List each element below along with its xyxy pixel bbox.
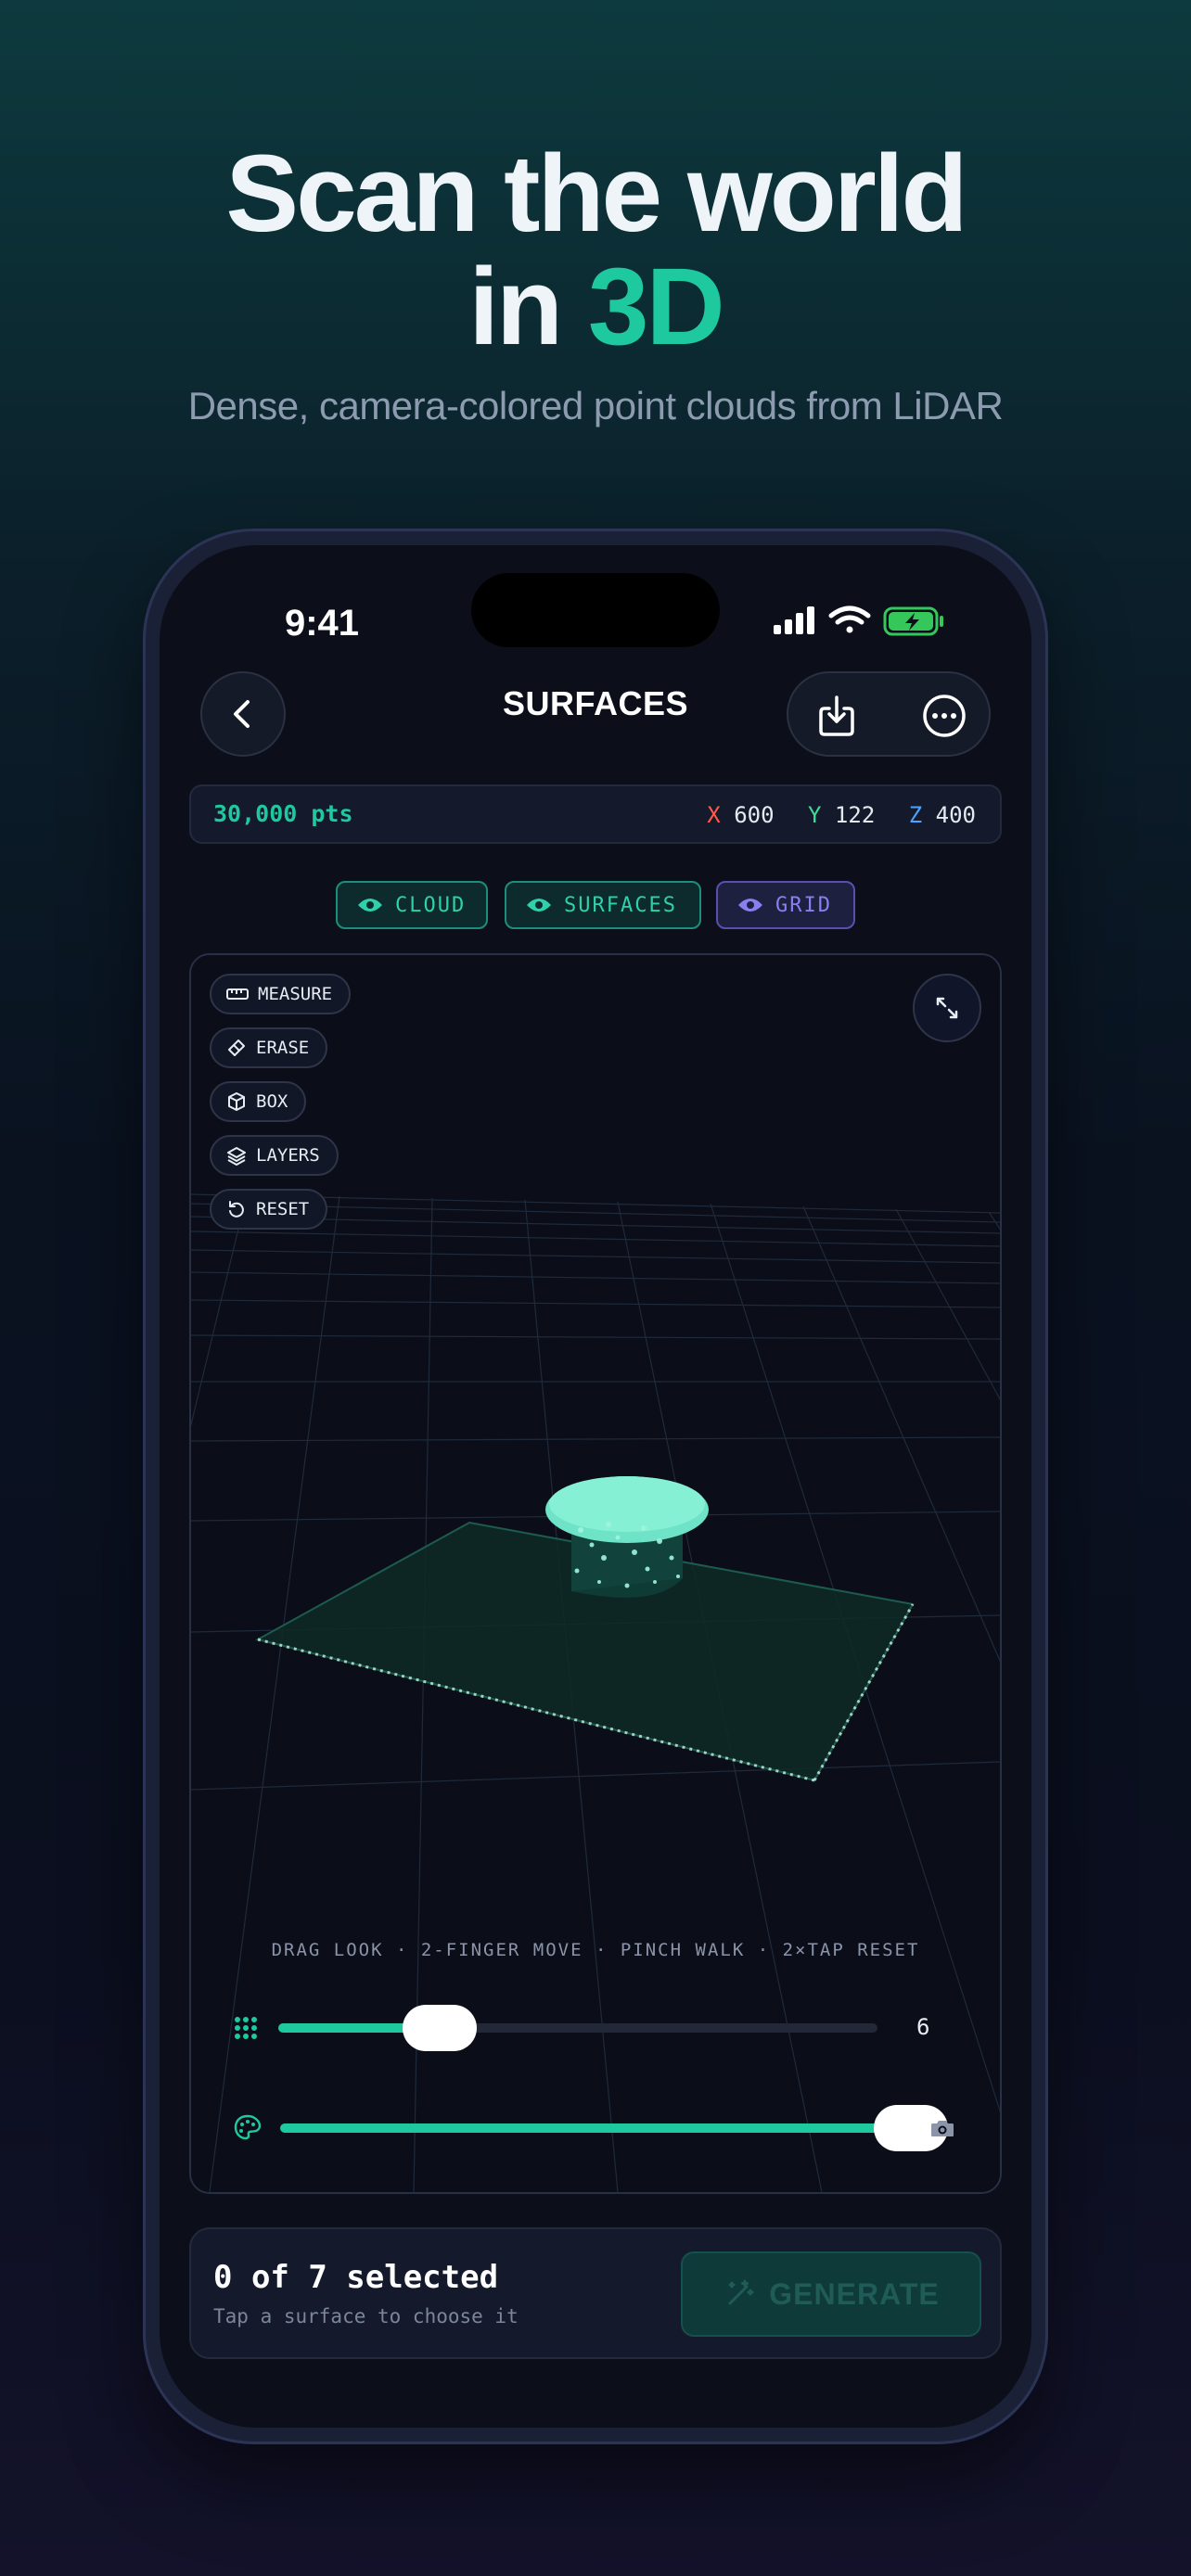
toggle-cloud-label: CLOUD bbox=[395, 893, 467, 917]
grid-dots-icon bbox=[235, 2017, 257, 2039]
eye-icon bbox=[527, 899, 551, 912]
measure-tool-label: MEASURE bbox=[258, 984, 333, 1004]
phone-frame: 9:41 SURFACES 30,000 pts X 600 Y 122 Z 4… bbox=[143, 529, 1048, 2444]
erase-tool-label: ERASE bbox=[256, 1038, 310, 1058]
nav-actions bbox=[787, 671, 991, 757]
gesture-hint: DRAG LOOK · 2-FINGER MOVE · PINCH WALK ·… bbox=[271, 1940, 920, 1960]
toggle-grid-label: GRID bbox=[775, 893, 832, 917]
toggle-grid[interactable]: GRID bbox=[716, 881, 855, 929]
x-value: 600 bbox=[734, 802, 775, 828]
box-tool[interactable]: BOX bbox=[210, 1081, 307, 1122]
status-time: 9:41 bbox=[284, 603, 360, 644]
measure-tool[interactable]: MEASURE bbox=[210, 974, 352, 1014]
color-blend-slider-fill bbox=[280, 2123, 911, 2133]
point-cloud-viewport[interactable]: MEASURE ERASE BOX LAYERS RESET DRAG LOOK… bbox=[189, 953, 1002, 2194]
point-size-value: 6 bbox=[916, 2014, 930, 2040]
eye-icon bbox=[738, 899, 762, 912]
point-count: 30,000 pts bbox=[213, 800, 353, 827]
signal-icon bbox=[774, 606, 814, 634]
dynamic-island bbox=[471, 573, 720, 647]
layer-toggles: CLOUD SURFACES GRID bbox=[160, 881, 1031, 931]
hero-title-line2: in 3D bbox=[0, 250, 1191, 363]
eye-icon bbox=[358, 899, 382, 912]
hero-title-prefix: in bbox=[468, 246, 588, 368]
generate-label: GENERATE bbox=[769, 2276, 940, 2311]
reset-tool[interactable]: RESET bbox=[210, 1189, 328, 1230]
cube-icon bbox=[228, 1092, 245, 1111]
camera-icon bbox=[931, 2121, 954, 2136]
hero-title-line1: Scan the world bbox=[225, 133, 967, 255]
point-size-slider[interactable] bbox=[278, 2023, 877, 2033]
coordinate-readout: X 600 Y 122 Z 400 bbox=[686, 802, 976, 828]
stats-bar: 30,000 pts X 600 Y 122 Z 400 bbox=[189, 784, 1002, 844]
toggle-surfaces[interactable]: SURFACES bbox=[505, 881, 701, 929]
toggle-cloud[interactable]: CLOUD bbox=[336, 881, 488, 929]
palette-icon bbox=[234, 2114, 262, 2140]
page-title: SURFACES bbox=[502, 684, 689, 722]
layers-tool[interactable]: LAYERS bbox=[210, 1135, 339, 1176]
y-value: 122 bbox=[834, 802, 876, 828]
status-icons bbox=[774, 603, 959, 640]
point-size-slider-thumb[interactable] bbox=[403, 2005, 478, 2051]
color-blend-slider[interactable] bbox=[280, 2123, 911, 2133]
selection-panel: 0 of 7 selected Tap a surface to choose … bbox=[189, 2227, 1002, 2359]
layers-icon bbox=[227, 1147, 246, 1166]
erase-tool[interactable]: ERASE bbox=[210, 1027, 328, 1068]
chevron-left-icon bbox=[234, 700, 250, 728]
generate-button[interactable]: GENERATE bbox=[681, 2251, 981, 2337]
wifi-icon bbox=[828, 606, 871, 633]
download-button[interactable] bbox=[809, 688, 864, 744]
sparkle-wand-icon bbox=[728, 2279, 754, 2305]
z-value: 400 bbox=[935, 802, 976, 828]
z-label: Z bbox=[908, 802, 923, 828]
hero-title-accent: 3D bbox=[587, 246, 725, 368]
more-icon bbox=[923, 695, 966, 737]
y-label: Y bbox=[808, 802, 822, 828]
hero-subtitle: Dense, camera-colored point clouds from … bbox=[187, 384, 1004, 427]
layers-tool-label: LAYERS bbox=[256, 1145, 320, 1166]
back-button[interactable] bbox=[200, 671, 286, 757]
selection-count: 0 of 7 selected bbox=[213, 2259, 499, 2296]
toggle-surfaces-label: SURFACES bbox=[564, 893, 677, 917]
x-label: X bbox=[707, 802, 721, 828]
ruler-icon bbox=[226, 988, 249, 1000]
reset-icon bbox=[229, 1201, 244, 1218]
app-screen: 9:41 SURFACES 30,000 pts X 600 Y 122 Z 4… bbox=[160, 545, 1031, 2428]
selection-hint: Tap a surface to choose it bbox=[213, 2305, 519, 2327]
more-button[interactable] bbox=[916, 688, 972, 744]
eraser-icon bbox=[228, 1039, 245, 1056]
reset-tool-label: RESET bbox=[256, 1199, 310, 1219]
box-tool-label: BOX bbox=[256, 1091, 288, 1112]
hero-title: Scan the world in 3D bbox=[0, 137, 1191, 363]
expand-icon bbox=[936, 997, 958, 1019]
download-icon bbox=[819, 695, 854, 736]
battery-icon bbox=[883, 606, 943, 636]
expand-button[interactable] bbox=[913, 974, 981, 1042]
